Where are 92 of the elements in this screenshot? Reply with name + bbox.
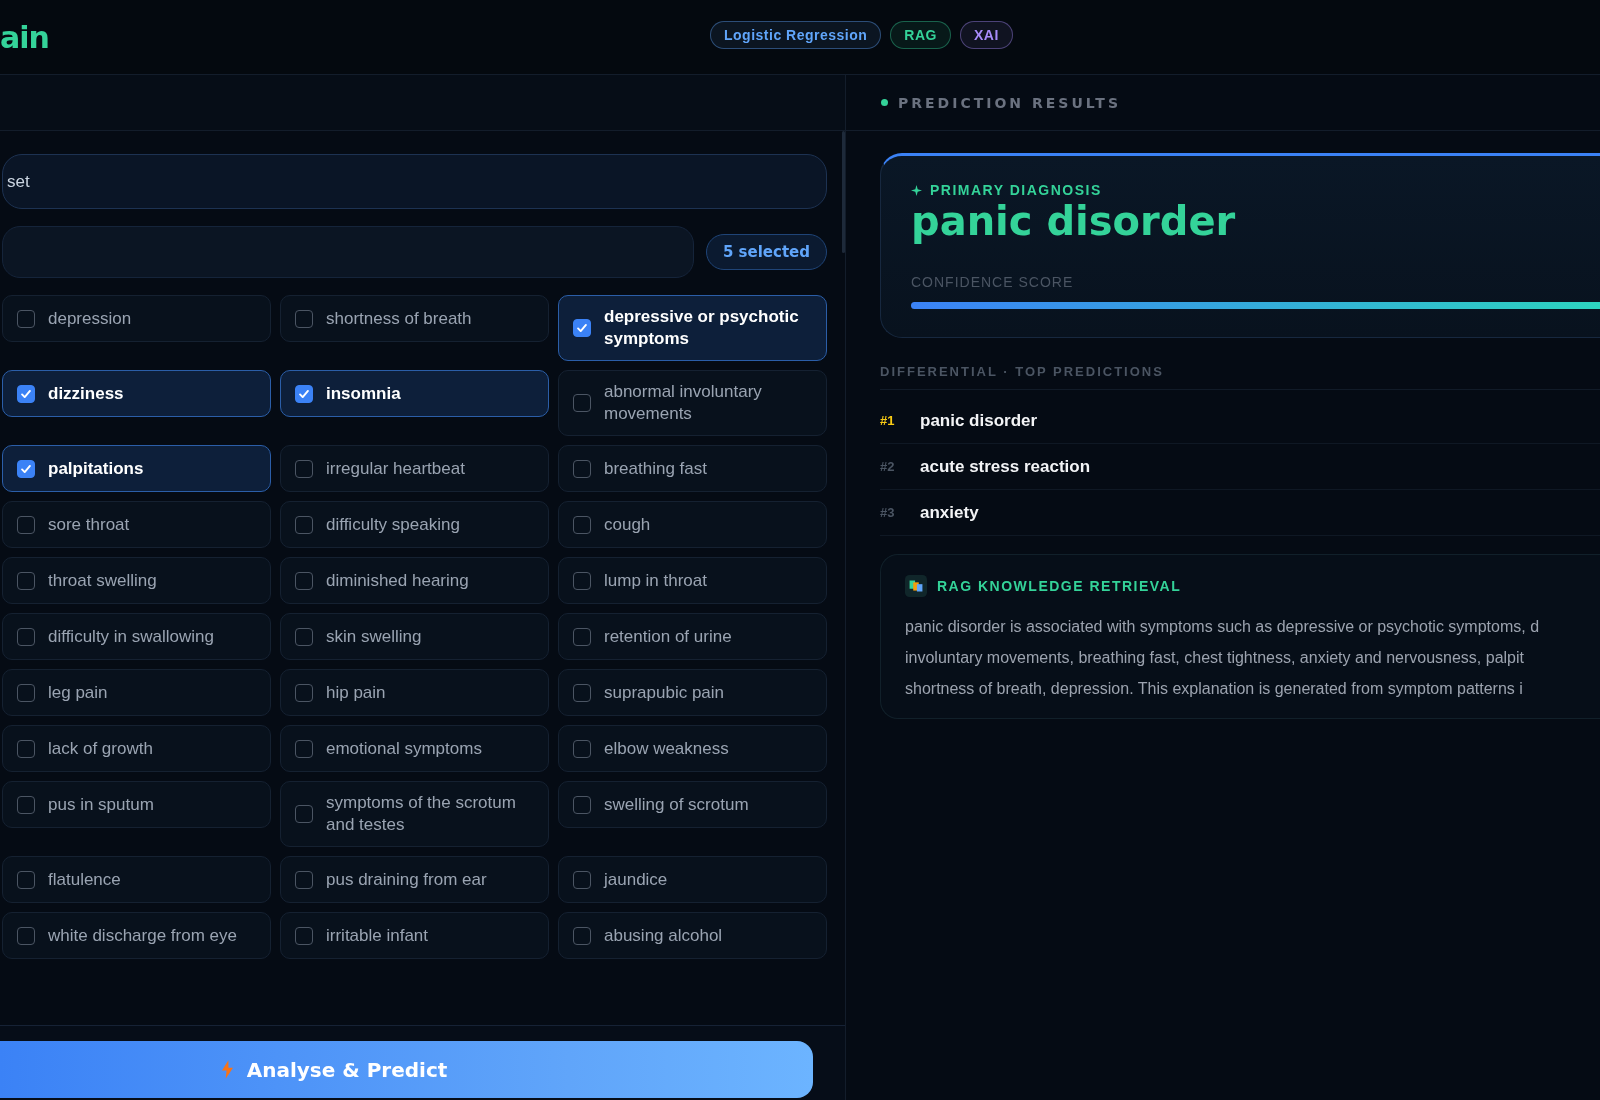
symptom-option[interactable]: swelling of scrotum: [558, 781, 827, 828]
symptom-option[interactable]: dizziness: [2, 370, 271, 417]
documents-icon: [905, 575, 927, 597]
symptom-option[interactable]: symptoms of the scrotum and testes: [280, 781, 549, 847]
model-tag: RAG: [890, 21, 951, 49]
symptom-option[interactable]: diminished hearing: [280, 557, 549, 604]
checkbox[interactable]: [17, 870, 35, 889]
symptom-option[interactable]: cough: [558, 501, 827, 548]
checkbox[interactable]: [573, 515, 591, 534]
rank-label: #3: [880, 505, 896, 520]
checkbox[interactable]: [295, 926, 313, 945]
checkbox[interactable]: [573, 627, 591, 646]
symptom-option[interactable]: pus in sputum: [2, 781, 271, 828]
checkbox[interactable]: [17, 795, 35, 814]
checkbox[interactable]: [17, 309, 35, 328]
symptom-option[interactable]: skin swelling: [280, 613, 549, 660]
checkbox[interactable]: [295, 571, 313, 590]
confidence-label: CONFIDENCE SCORE: [911, 274, 1075, 290]
checkbox[interactable]: [17, 683, 35, 702]
checkbox[interactable]: [573, 870, 591, 889]
symptom-option[interactable]: difficulty speaking: [280, 501, 549, 548]
checkbox[interactable]: [573, 683, 591, 702]
checkbox[interactable]: [295, 627, 313, 646]
symptom-option[interactable]: palpitations: [2, 445, 271, 492]
checkbox[interactable]: [17, 627, 35, 646]
checkbox[interactable]: [573, 459, 591, 478]
symptom-option[interactable]: abnormal involuntary movements: [558, 370, 827, 436]
check-icon: [575, 321, 589, 335]
checkbox[interactable]: [295, 384, 313, 403]
checkbox[interactable]: [295, 309, 313, 328]
prediction-name: anxiety: [920, 502, 979, 523]
symptom-option[interactable]: shortness of breath: [280, 295, 549, 342]
symptom-option[interactable]: pus draining from ear: [280, 856, 549, 903]
card-label: PRIMARY DIAGNOSIS: [930, 182, 1102, 198]
checkbox[interactable]: [295, 805, 313, 823]
symptom-option[interactable]: white discharge from eye: [2, 912, 271, 959]
checkbox[interactable]: [573, 319, 591, 337]
symptom-option[interactable]: irregular heartbeat: [280, 445, 549, 492]
symptom-option[interactable]: difficulty in swallowing: [2, 613, 271, 660]
results-title: PREDICTION RESULTS: [898, 94, 1121, 111]
symptom-option[interactable]: throat swelling: [2, 557, 271, 604]
app-logo: ain: [0, 19, 49, 55]
diagnosis-name: panic disorder: [911, 198, 1237, 244]
rank-label: #1: [880, 413, 896, 428]
symptom-option[interactable]: breathing fast: [558, 445, 827, 492]
model-tag: Logistic Regression: [710, 21, 882, 49]
checkbox[interactable]: [573, 571, 591, 590]
search-field[interactable]: [2, 226, 694, 278]
checkbox[interactable]: [295, 683, 313, 702]
symptom-option[interactable]: suprapubic pain: [558, 669, 827, 716]
checkbox[interactable]: [17, 515, 35, 534]
checkbox[interactable]: [17, 459, 35, 478]
symptom-option[interactable]: insomnia: [280, 370, 549, 417]
checkbox[interactable]: [295, 739, 313, 758]
prediction-name: acute stress reaction: [920, 456, 1091, 477]
symptom-option[interactable]: abusing alcohol: [558, 912, 827, 959]
symptom-option[interactable]: flatulence: [2, 856, 271, 903]
prediction-name: panic disorder: [920, 410, 1038, 431]
model-tag: XAI: [959, 21, 1013, 49]
rag-explanation: panic disorder is associated with symptoms such as depressive or psychotic symptoms, d involuntary movements, breathing fast, chest tightness, anxiety and nervousness, palpit shortness of breath, depression. This explanation is generated from symptom patterns i: [905, 617, 1541, 699]
symptom-option[interactable]: hip pain: [280, 669, 549, 716]
rag-title: RAG KNOWLEDGE RETRIEVAL: [937, 578, 1182, 594]
symptom-option[interactable]: elbow weakness: [558, 725, 827, 772]
status-dot: [881, 99, 888, 106]
sparkle-icon: [911, 184, 922, 196]
checkbox[interactable]: [573, 795, 591, 814]
symptom-option[interactable]: lump in throat: [558, 557, 827, 604]
checkbox[interactable]: [17, 571, 35, 590]
checkbox[interactable]: [17, 739, 35, 758]
symptom-option[interactable]: sore throat: [2, 501, 271, 548]
checkbox[interactable]: [573, 926, 591, 945]
rank-label: #2: [880, 459, 896, 474]
symptom-option[interactable]: lack of growth: [2, 725, 271, 772]
symptom-option[interactable]: depression: [2, 295, 271, 342]
dataset-field[interactable]: set: [2, 154, 827, 209]
lightning-icon: [221, 1060, 233, 1079]
section-label: DIFFERENTIAL · TOP PREDICTIONS: [880, 364, 1600, 390]
checkbox[interactable]: [17, 926, 35, 945]
symptom-option[interactable]: irritable infant: [280, 912, 549, 959]
scrollbar-thumb[interactable]: [842, 131, 845, 253]
checkbox[interactable]: [573, 739, 591, 758]
checkbox[interactable]: [295, 515, 313, 534]
symptom-option[interactable]: emotional symptoms: [280, 725, 549, 772]
checkbox[interactable]: [295, 870, 313, 889]
checkbox[interactable]: [295, 459, 313, 478]
symptom-option[interactable]: leg pain: [2, 669, 271, 716]
checkbox[interactable]: [17, 384, 35, 403]
symptom-option[interactable]: jaundice: [558, 856, 827, 903]
checkbox[interactable]: [573, 394, 591, 412]
selected-count: 5 selected: [705, 234, 827, 270]
symptom-option[interactable]: retention of urine: [558, 613, 827, 660]
symptom-option[interactable]: depressive or psychotic symptoms: [558, 295, 827, 361]
